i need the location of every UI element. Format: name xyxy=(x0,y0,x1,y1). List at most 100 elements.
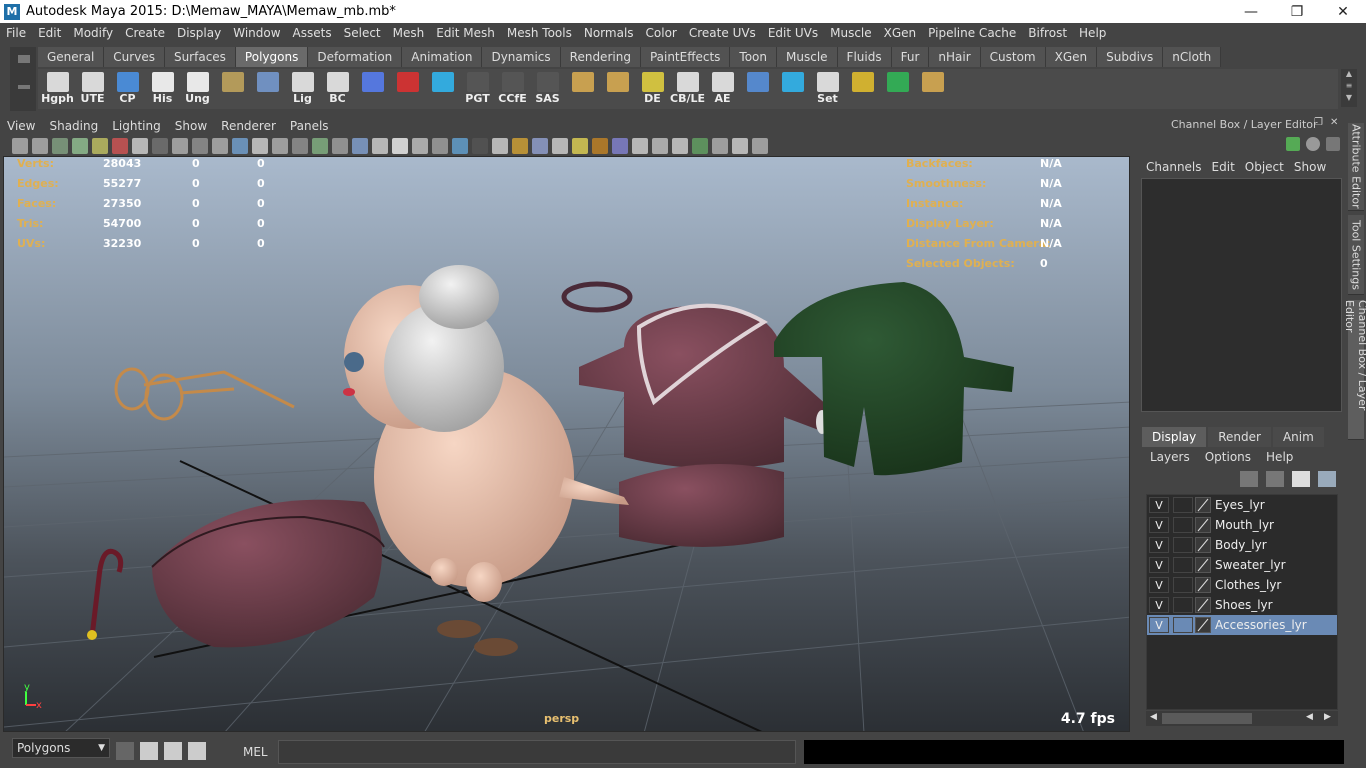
menu-mesh-tools[interactable]: Mesh Tools xyxy=(501,26,578,40)
shelf-menu-icon[interactable] xyxy=(18,55,30,63)
frame-all-icon[interactable] xyxy=(572,137,588,154)
layer-color-swatch[interactable] xyxy=(1195,617,1211,633)
camera-icon[interactable] xyxy=(12,137,28,154)
move-layer-down-icon[interactable] xyxy=(1266,471,1284,487)
script-language-label[interactable]: MEL xyxy=(243,745,268,759)
default-material-icon[interactable] xyxy=(332,137,348,154)
snap-icon[interactable] xyxy=(116,742,134,760)
layer-row[interactable]: V Accessories_lyr xyxy=(1147,615,1337,635)
menu-muscle[interactable]: Muscle xyxy=(824,26,878,40)
menu-bifrost[interactable]: Bifrost xyxy=(1022,26,1073,40)
list-icon[interactable] xyxy=(188,742,206,760)
layer-visibility-toggle[interactable]: V xyxy=(1149,557,1169,573)
layer-tab-display[interactable]: Display xyxy=(1142,427,1207,447)
gate-icon[interactable] xyxy=(632,137,648,154)
shelf-button-paint[interactable] xyxy=(915,69,950,107)
xray-active-icon[interactable] xyxy=(512,137,528,154)
motion-blur-icon[interactable] xyxy=(432,137,448,154)
shelf-button-sas[interactable]: SAS xyxy=(530,69,565,107)
shelf-button-hgph[interactable]: Hgph xyxy=(40,69,75,107)
menu-select[interactable]: Select xyxy=(338,26,387,40)
grease-pencil-icon[interactable] xyxy=(112,137,128,154)
shelf-button-ung[interactable]: Ung xyxy=(180,69,215,107)
layer-row[interactable]: V Shoes_lyr xyxy=(1147,595,1337,615)
shelf-handle[interactable] xyxy=(10,47,36,111)
shelf-button-pgt[interactable]: PGT xyxy=(460,69,495,107)
dolly-icon[interactable] xyxy=(692,137,708,154)
layer-row[interactable]: V Body_lyr xyxy=(1147,535,1337,555)
scroll-right-icon[interactable]: ◀ xyxy=(1306,712,1313,722)
menu-pipeline-cache[interactable]: Pipeline Cache xyxy=(922,26,1022,40)
isolate-icon[interactable] xyxy=(472,137,488,154)
xray-joints-icon[interactable] xyxy=(492,137,508,154)
viewport-persp[interactable]: y x Verts: 28043 0 0 Edges: 55277 0 0 Faces: 2735… xyxy=(3,156,1130,732)
layer-color-swatch[interactable] xyxy=(1195,537,1211,553)
layer-display-type-toggle[interactable] xyxy=(1173,497,1193,513)
pin-icon[interactable] xyxy=(1326,137,1340,151)
safe-action-icon[interactable] xyxy=(232,137,248,154)
scroll-up-icon[interactable]: ▲ xyxy=(1341,69,1357,81)
layer-row[interactable]: V Eyes_lyr xyxy=(1147,495,1337,515)
shelf-tab-surfaces[interactable]: Surfaces xyxy=(164,47,236,67)
shelf-button-set[interactable]: Set xyxy=(810,69,845,107)
layer-display-type-toggle[interactable] xyxy=(1173,537,1193,553)
command-line-input[interactable] xyxy=(278,740,796,764)
shelf-button-ute[interactable]: UTE xyxy=(75,69,110,107)
shelf-tab-xgen[interactable]: XGen xyxy=(1045,47,1098,67)
image-plane-icon[interactable] xyxy=(72,137,88,154)
shelf-button-uv-layout[interactable] xyxy=(565,69,600,107)
shelf-tab-dynamics[interactable]: Dynamics xyxy=(482,47,561,67)
layer-horizontal-scrollbar[interactable]: ◀ ◀ ▶ xyxy=(1146,711,1338,726)
viewport-menu-lighting[interactable]: Lighting xyxy=(105,119,168,133)
backface-icon[interactable] xyxy=(532,137,548,154)
layer-menu-help[interactable]: Help xyxy=(1260,450,1302,464)
viewport-menu-renderer[interactable]: Renderer xyxy=(214,119,283,133)
channel-box-area[interactable] xyxy=(1141,178,1342,412)
shelf-collapse-icon[interactable] xyxy=(18,85,30,89)
tab-channel-box-layer-editor[interactable]: Channel Box / Layer Editor xyxy=(1343,300,1366,440)
move-layer-up-icon[interactable] xyxy=(1240,471,1258,487)
shelf-button-lig[interactable]: Lig xyxy=(285,69,320,107)
gate-mask-icon[interactable] xyxy=(192,137,208,154)
layer-visibility-toggle[interactable]: V xyxy=(1149,517,1169,533)
new-layer-icon[interactable] xyxy=(1292,471,1310,487)
shelf-tab-animation[interactable]: Animation xyxy=(402,47,483,67)
menu-xgen[interactable]: XGen xyxy=(878,26,923,40)
new-layer-selected-icon[interactable] xyxy=(1318,471,1336,487)
layer-menu-options[interactable]: Options xyxy=(1199,450,1260,464)
layer-color-swatch[interactable] xyxy=(1195,597,1211,613)
layer-color-swatch[interactable] xyxy=(1195,517,1211,533)
layer-visibility-toggle[interactable]: V xyxy=(1149,537,1169,553)
field-chart-icon[interactable] xyxy=(212,137,228,154)
layer-display-type-toggle[interactable] xyxy=(1173,597,1193,613)
half-circle-icon[interactable] xyxy=(1306,137,1320,151)
tab-tool-settings[interactable]: Tool Settings xyxy=(1348,215,1364,295)
safe-title-icon[interactable] xyxy=(252,137,268,154)
skirt-model[interactable] xyxy=(619,464,784,547)
frame-selected-icon[interactable] xyxy=(592,137,608,154)
viewport-menu-panels[interactable]: Panels xyxy=(283,119,336,133)
smooth-shade-icon[interactable] xyxy=(292,137,308,154)
shelf-button-curve[interactable] xyxy=(425,69,460,107)
shelf-tab-nhair[interactable]: nHair xyxy=(929,47,981,67)
layer-color-swatch[interactable] xyxy=(1195,577,1211,593)
tumble-icon[interactable] xyxy=(712,137,728,154)
channelbox-menu-show[interactable]: Show xyxy=(1291,160,1333,174)
layer-tab-anim[interactable]: Anim xyxy=(1272,427,1324,447)
layer-display-type-toggle[interactable] xyxy=(1173,517,1193,533)
pan-icon[interactable] xyxy=(652,137,668,154)
shelf-tab-subdivs[interactable]: Subdivs xyxy=(1097,47,1164,67)
film-gate-icon[interactable] xyxy=(152,137,168,154)
menu-create[interactable]: Create xyxy=(119,26,171,40)
layer-menu-layers[interactable]: Layers xyxy=(1144,450,1199,464)
shelf-tab-deformation[interactable]: Deformation xyxy=(308,47,403,67)
shelf-tab-painteffects[interactable]: PaintEffects xyxy=(640,47,731,67)
grid-icon[interactable] xyxy=(132,137,148,154)
shelf-button-lattice[interactable] xyxy=(355,69,390,107)
ao-icon[interactable] xyxy=(412,137,428,154)
channelbox-menu-object[interactable]: Object xyxy=(1242,160,1291,174)
shelf-tab-fluids[interactable]: Fluids xyxy=(837,47,892,67)
menu-edit-uvs[interactable]: Edit UVs xyxy=(762,26,824,40)
axis-tool-icon[interactable] xyxy=(1286,137,1300,151)
layer-row[interactable]: V Sweater_lyr xyxy=(1147,555,1337,575)
